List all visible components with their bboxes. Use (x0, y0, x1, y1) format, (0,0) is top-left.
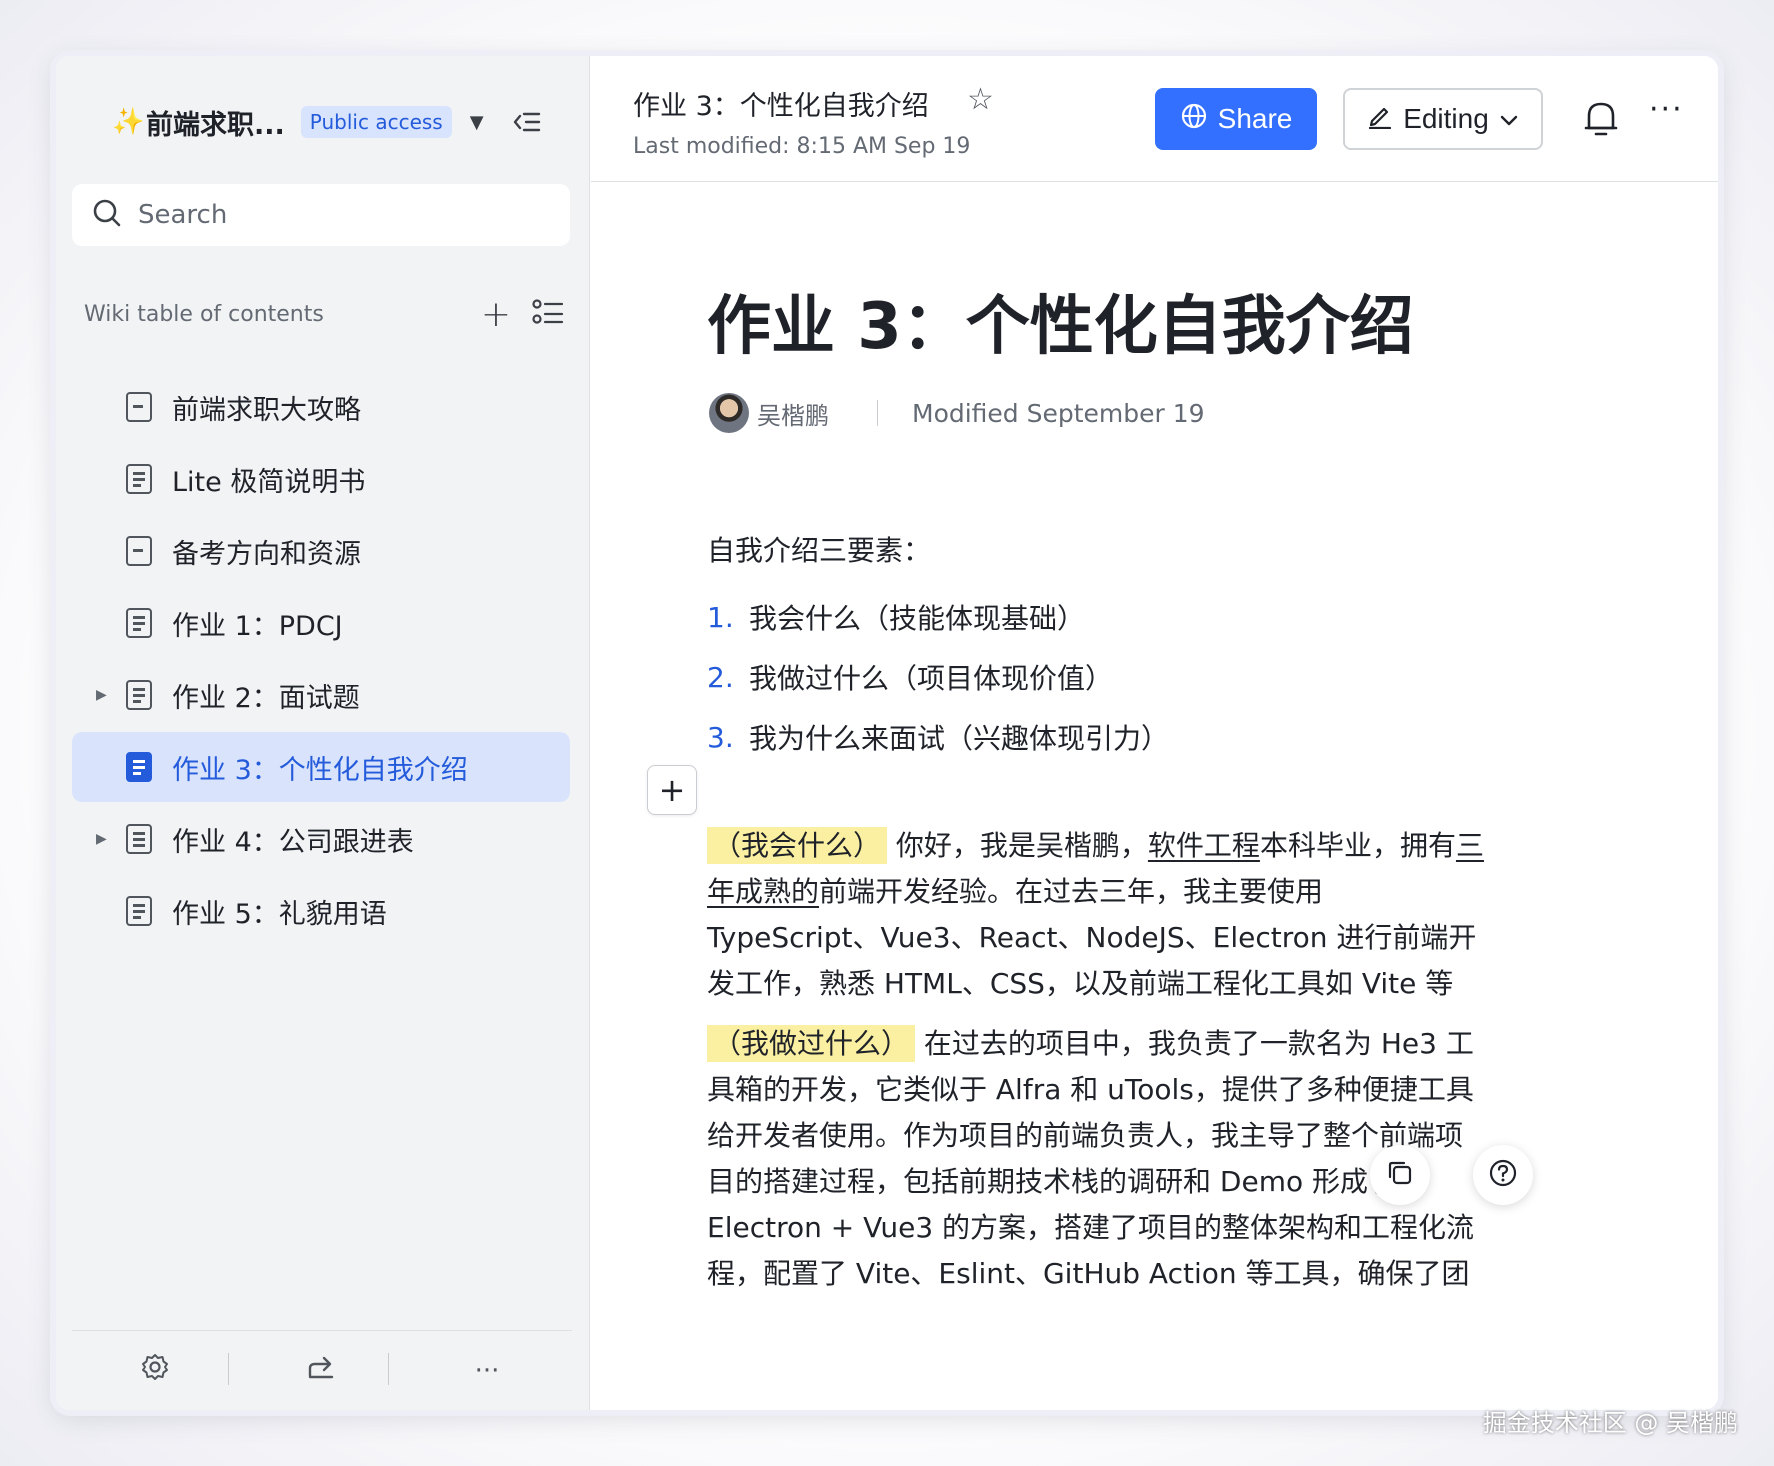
last-modified: Last modified: 8:15 AM Sep 19 (633, 134, 971, 159)
chevron-down-icon (1499, 103, 1519, 135)
access-badge: Public access (300, 106, 452, 138)
more-options-icon[interactable]: ··· (1649, 92, 1684, 127)
toc-item-lite[interactable]: Lite 极简说明书 (72, 444, 570, 514)
intro-text[interactable]: 自我介绍三要素： (707, 529, 931, 569)
search-box[interactable] (72, 184, 570, 246)
expand-arrow-icon[interactable]: ▶ (96, 831, 107, 847)
wiki-doc-icon (126, 536, 152, 566)
list-number: 2. (707, 660, 734, 694)
list-text: 我为什么来面试（兴趣体现引力） (749, 722, 1170, 755)
toc-item-label: 作业 1：PDCJ (172, 610, 343, 642)
toc-item-hw3[interactable]: 作业 3：个性化自我介绍 (72, 732, 570, 802)
space-title[interactable]: 前端求职... (146, 103, 285, 142)
toc-item-hw1[interactable]: 作业 1：PDCJ (72, 588, 570, 658)
watermark: 掘金技术社区 @ 吴楷鹏 (1482, 1409, 1738, 1437)
share-button[interactable]: Share (1155, 88, 1317, 150)
editing-label: Editing (1403, 103, 1489, 134)
sheet-icon (126, 824, 152, 854)
highlight-tag: （我做过什么） (707, 1025, 916, 1062)
search-icon (92, 198, 122, 232)
doc-icon (126, 752, 152, 782)
toc-item-label: 作业 3：个性化自我介绍 (172, 754, 468, 786)
settings-icon[interactable] (72, 1352, 238, 1389)
sidebar: ✨ 前端求职... Public access ▼ Search Wiki ta… (56, 56, 590, 1410)
toc-item-resources[interactable]: 备考方向和资源 (72, 516, 570, 586)
toc-item-label: 前端求职大攻略 (172, 394, 361, 426)
list-number: 1. (707, 600, 734, 634)
toc-item-label: 作业 4：公司跟进表 (172, 826, 414, 858)
para-text: 前端开发经验。在过去三年，我主要使用 TypeScript、Vue3、React… (707, 875, 1477, 1000)
highlight-tag: （我会什么） (707, 827, 888, 864)
top-bar: 作业 3：个性化自我介绍 ☆ Last modified: 8:15 AM Se… (591, 56, 1718, 182)
doc-content: 作业 3：个性化自我介绍 吴楷鹏 Modified September 19 自… (591, 183, 1718, 1410)
modified-date: Modified September 19 (912, 398, 1205, 428)
doc-icon (126, 680, 152, 710)
doc-heading[interactable]: 作业 3：个性化自我介绍 (707, 275, 1414, 367)
paragraph-projects[interactable]: （我做过什么） 在过去的项目中，我负责了一款名为 He3 工具箱的开发，它类似于… (707, 1021, 1487, 1297)
caret-down-icon[interactable]: ▼ (470, 112, 484, 133)
toc-item-guide[interactable]: 前端求职大攻略 (72, 372, 570, 442)
star-icon[interactable]: ☆ (967, 82, 994, 117)
add-page-icon[interactable]: + (476, 294, 516, 335)
toc-item-label: Lite 极简说明书 (172, 466, 366, 498)
para-text: 本科毕业，拥有 (1259, 829, 1456, 862)
share-label: Share (1217, 103, 1293, 134)
wiki-doc-icon (126, 392, 152, 422)
toc-list: 前端求职大攻略 Lite 极简说明书 备考方向和资源 作业 1：PDCJ ▶ 作… (72, 372, 570, 948)
avatar[interactable] (709, 393, 749, 433)
editing-mode-button[interactable]: Editing (1343, 88, 1543, 150)
ordered-list: 1. 我会什么（技能体现基础） 2. 我做过什么（项目体现价值） 3. 我为什么… (707, 587, 1169, 767)
sidebar-footer: ··· (72, 1330, 572, 1410)
para-text: 在过去的项目中，我负责了一款名为 He3 工具箱的开发，它类似于 Alfra 和… (707, 1027, 1475, 1290)
globe-icon (1180, 102, 1208, 137)
doc-title[interactable]: 作业 3：个性化自我介绍 (633, 84, 929, 123)
more-icon[interactable]: ··· (404, 1356, 570, 1386)
toc-item-label: 作业 5：礼貌用语 (172, 898, 387, 930)
toc-item-label: 作业 2：面试题 (172, 682, 360, 714)
collapse-sidebar-icon[interactable] (512, 109, 542, 135)
author-row: 吴楷鹏 Modified September 19 (709, 391, 1205, 435)
toc-item-hw2[interactable]: ▶ 作业 2：面试题 (72, 660, 570, 730)
footer-divider (388, 1353, 389, 1385)
expand-arrow-icon[interactable]: ▶ (96, 687, 107, 703)
meta-divider (877, 400, 878, 426)
underlined-text: 软件工程 (1147, 829, 1260, 862)
toc-item-label: 备考方向和资源 (172, 538, 361, 570)
add-block-button[interactable]: + (647, 765, 697, 815)
copy-icon (1386, 1159, 1414, 1191)
help-button[interactable] (1473, 1145, 1533, 1205)
main-area: 作业 3：个性化自我介绍 ☆ Last modified: 8:15 AM Se… (591, 56, 1718, 1410)
doc-icon (126, 896, 152, 926)
app-window: ✨ 前端求职... Public access ▼ Search Wiki ta… (56, 56, 1718, 1410)
doc-icon (126, 608, 152, 638)
list-item[interactable]: 3. 我为什么来面试（兴趣体现引力） (707, 707, 1169, 767)
author-name[interactable]: 吴楷鹏 (757, 396, 829, 431)
list-number: 3. (707, 720, 734, 754)
sparkle-icon: ✨ (112, 107, 145, 137)
search-input[interactable] (138, 200, 538, 230)
list-text: 我会什么（技能体现基础） (749, 602, 1086, 635)
bell-icon[interactable] (1581, 96, 1621, 140)
footer-divider (228, 1353, 229, 1385)
list-item[interactable]: 1. 我会什么（技能体现基础） (707, 587, 1169, 647)
para-text: 你好，我是吴楷鹏， (887, 829, 1148, 862)
toc-item-hw4[interactable]: ▶ 作业 4：公司跟进表 (72, 804, 570, 874)
doc-icon (126, 464, 152, 494)
paragraph-skills[interactable]: （我会什么） 你好，我是吴楷鹏，软件工程本科毕业，拥有三年成熟的前端开发经验。在… (707, 823, 1487, 1007)
pencil-icon (1367, 103, 1393, 136)
toc-header: Wiki table of contents + (84, 292, 564, 336)
space-header: ✨ 前端求职... Public access ▼ (112, 100, 589, 144)
tree-view-icon[interactable] (532, 298, 564, 330)
share-out-icon[interactable] (238, 1352, 404, 1389)
copy-doc-button[interactable] (1370, 1145, 1430, 1205)
toc-label: Wiki table of contents (84, 301, 324, 327)
help-icon (1488, 1158, 1518, 1192)
toc-item-hw5[interactable]: 作业 5：礼貌用语 (72, 876, 570, 946)
list-item[interactable]: 2. 我做过什么（项目体现价值） (707, 647, 1169, 707)
list-text: 我做过什么（项目体现价值） (749, 662, 1114, 695)
